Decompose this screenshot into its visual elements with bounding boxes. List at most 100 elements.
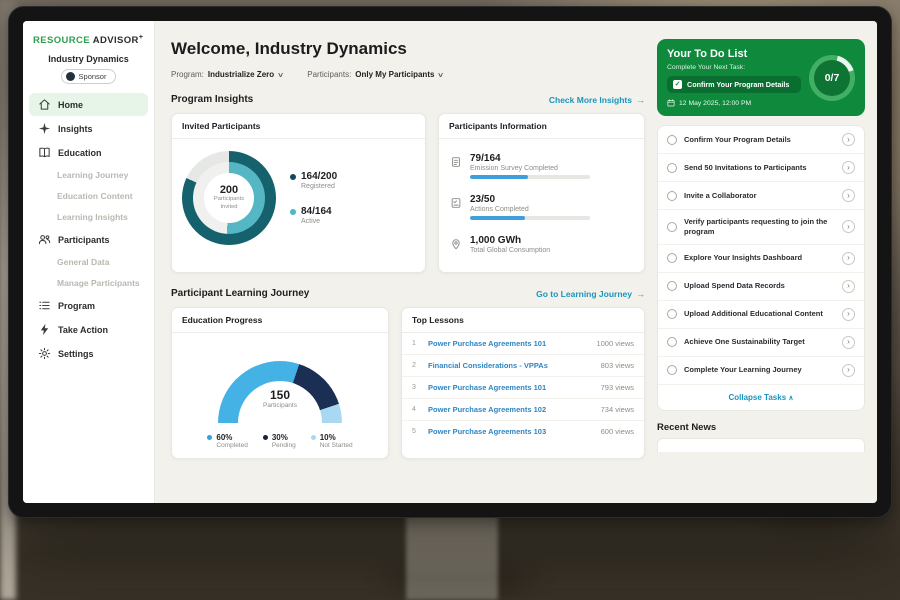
top-lessons-card: Top Lessons 1 Power Purchase Agreements … xyxy=(401,307,645,459)
task-row[interactable]: Explore Your Insights Dashboard › xyxy=(658,245,864,273)
stat-label: Actions Completed xyxy=(470,206,590,213)
link-label: Go to Learning Journey xyxy=(536,289,632,299)
check-more-insights-link[interactable]: Check More Insights → xyxy=(549,95,645,105)
chevron-right-icon[interactable]: › xyxy=(842,364,855,377)
monitor-stand xyxy=(406,514,498,600)
todo-summary-card: Your To Do List Complete Your Next Task:… xyxy=(657,39,865,116)
progress-bar-fill xyxy=(470,175,528,179)
active-dot-icon xyxy=(290,209,296,215)
task-checkbox[interactable] xyxy=(667,191,677,201)
active-label: Active xyxy=(301,218,337,225)
sidebar-item-education[interactable]: Education xyxy=(29,141,148,164)
todo-column: Your To Do List Complete Your Next Task:… xyxy=(657,39,865,503)
collapse-label: Collapse Tasks xyxy=(728,393,786,402)
lesson-number: 2 xyxy=(412,362,420,369)
task-row[interactable]: Upload Additional Educational Content › xyxy=(658,301,864,329)
lesson-link[interactable]: Power Purchase Agreements 103 xyxy=(428,427,593,436)
todo-task-list: Confirm Your Program Details › Send 50 I… xyxy=(657,125,865,411)
sidebar-item-take-action[interactable]: Take Action xyxy=(29,318,148,341)
sidebar-item-label: Learning Journey xyxy=(57,170,128,180)
task-checkbox[interactable] xyxy=(667,253,677,263)
main-area: Welcome, Industry Dynamics Program: Indu… xyxy=(155,21,877,503)
card-title: Education Progress xyxy=(172,308,388,333)
task-checkbox[interactable] xyxy=(667,337,677,347)
recent-news-card-stub xyxy=(657,438,865,452)
legend-item-not-started: 10% Not Started xyxy=(311,433,353,449)
todo-next-task[interactable]: ✓ Confirm Your Program Details xyxy=(667,76,801,93)
insights-icon xyxy=(38,122,51,135)
chevron-right-icon[interactable]: › xyxy=(842,308,855,321)
go-to-learning-journey-link[interactable]: Go to Learning Journey → xyxy=(536,289,645,299)
sidebar-item-education-content[interactable]: Education Content xyxy=(29,186,148,206)
program-dropdown[interactable]: Program: Industrialize Zero ∨ xyxy=(171,70,283,79)
section-title: Participant Learning Journey xyxy=(171,288,309,299)
task-checkbox[interactable] xyxy=(667,309,677,319)
chevron-right-icon[interactable]: › xyxy=(842,336,855,349)
sidebar-item-manage-participants[interactable]: Manage Participants xyxy=(29,273,148,293)
sidebar-item-label: Settings xyxy=(58,349,94,359)
task-checkbox[interactable] xyxy=(667,163,677,173)
task-row[interactable]: Confirm Your Program Details › xyxy=(658,126,864,154)
task-label: Complete Your Learning Journey xyxy=(684,365,835,375)
lesson-number: 3 xyxy=(412,384,420,391)
todo-summary-left: Your To Do List Complete Your Next Task:… xyxy=(667,48,801,107)
stat-global-consumption: 1,000 GWh Total Global Consumption xyxy=(450,235,633,257)
sidebar-item-label: Program xyxy=(58,301,95,311)
invited-legend: 164/200 Registered 84/164 xyxy=(290,171,337,225)
brand-secondary: ADVISOR xyxy=(93,35,139,46)
sidebar-item-settings[interactable]: Settings xyxy=(29,342,148,365)
chevron-right-icon[interactable]: › xyxy=(842,220,855,233)
sidebar-item-general-data[interactable]: General Data xyxy=(29,252,148,272)
chevron-down-icon: ∨ xyxy=(437,71,444,79)
task-checkbox[interactable] xyxy=(667,135,677,145)
gauge-label: Participants xyxy=(218,402,342,409)
lesson-link[interactable]: Power Purchase Agreements 101 xyxy=(428,339,588,348)
sponsor-badge[interactable]: Sponsor xyxy=(61,69,117,84)
legend-label: Pending xyxy=(272,442,296,449)
task-checkbox[interactable] xyxy=(667,222,677,232)
chevron-right-icon[interactable]: › xyxy=(842,161,855,174)
task-row[interactable]: Send 50 Invitations to Participants › xyxy=(658,154,864,182)
lesson-row: 3 Power Purchase Agreements 101 793 view… xyxy=(402,377,644,399)
sidebar-item-participants[interactable]: Participants xyxy=(29,228,148,251)
lesson-views: 600 views xyxy=(601,427,634,436)
task-row[interactable]: Achieve One Sustainability Target › xyxy=(658,329,864,357)
todo-title: Your To Do List xyxy=(667,48,801,60)
invited-participants-card: Invited Participants 200 Participants In… xyxy=(171,113,426,273)
progress-bar-fill xyxy=(470,216,525,220)
task-label: Upload Additional Educational Content xyxy=(684,309,835,319)
task-row[interactable]: Verify participants requesting to join t… xyxy=(658,210,864,245)
monitor-frame: RESOURCE ADVISOR+ Industry Dynamics Spon… xyxy=(8,6,892,518)
card-title: Invited Participants xyxy=(172,114,425,139)
lesson-link[interactable]: Financial Considerations - VPPAs xyxy=(428,361,593,370)
collapse-tasks-link[interactable]: Collapse Tasks ∧ xyxy=(658,385,864,410)
legend-item-pending: 30% Pending xyxy=(263,433,296,449)
sidebar-item-learning-insights[interactable]: Learning Insights xyxy=(29,207,148,227)
pending-dot-icon xyxy=(263,435,268,440)
chevron-right-icon[interactable]: › xyxy=(842,133,855,146)
lesson-views: 803 views xyxy=(601,361,634,370)
chevron-right-icon[interactable]: › xyxy=(842,189,855,202)
task-row[interactable]: Upload Spend Data Records › xyxy=(658,273,864,301)
lesson-link[interactable]: Power Purchase Agreements 101 xyxy=(428,383,593,392)
stat-label: Emission Survey Completed xyxy=(470,165,590,172)
lesson-number: 1 xyxy=(412,340,420,347)
chevron-right-icon[interactable]: › xyxy=(842,280,855,293)
task-row[interactable]: Invite a Collaborator › xyxy=(658,182,864,210)
sidebar-item-insights[interactable]: Insights xyxy=(29,117,148,140)
task-row[interactable]: Complete Your Learning Journey › xyxy=(658,357,864,385)
checkbox-icon[interactable]: ✓ xyxy=(673,80,682,89)
todo-progress-value: 0/7 xyxy=(814,60,850,96)
stat-value: 79/164 xyxy=(470,153,590,164)
lesson-row: 5 Power Purchase Agreements 103 600 view… xyxy=(402,421,644,442)
participants-dropdown[interactable]: Participants: Only My Participants ∨ xyxy=(307,70,443,79)
task-label: Upload Spend Data Records xyxy=(684,281,835,291)
learning-journey-cards: Education Progress 150 Participants xyxy=(171,307,645,459)
sidebar-item-home[interactable]: Home xyxy=(29,93,148,116)
sidebar-item-program[interactable]: Program xyxy=(29,294,148,317)
task-checkbox[interactable] xyxy=(667,281,677,291)
task-checkbox[interactable] xyxy=(667,365,677,375)
sidebar-item-learning-journey[interactable]: Learning Journey xyxy=(29,165,148,185)
chevron-right-icon[interactable]: › xyxy=(842,252,855,265)
lesson-link[interactable]: Power Purchase Agreements 102 xyxy=(428,405,593,414)
